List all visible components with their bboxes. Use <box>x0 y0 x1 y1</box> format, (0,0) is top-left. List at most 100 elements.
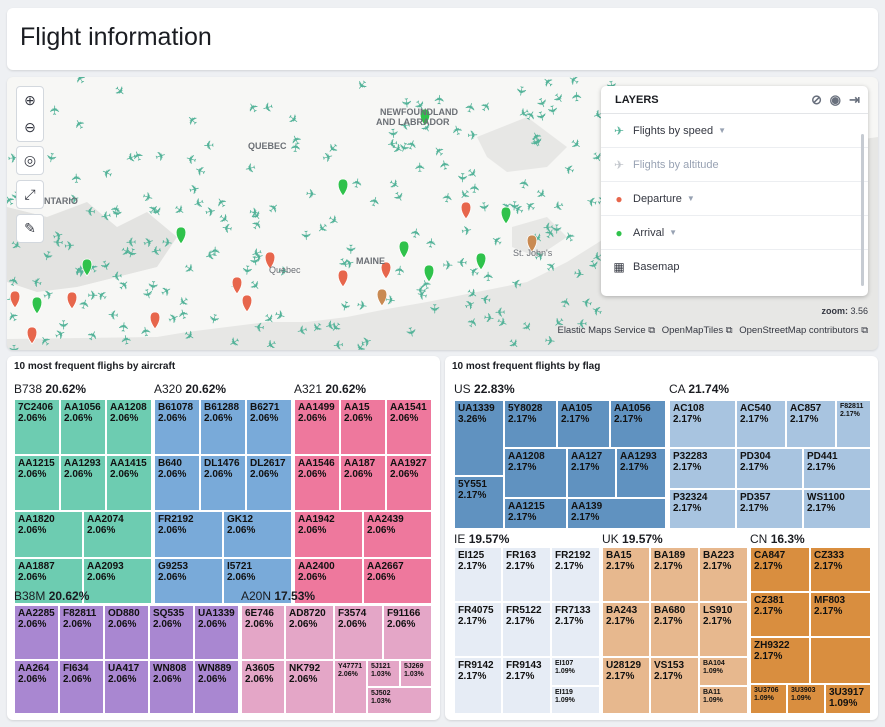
plane-marker[interactable]: ✈ <box>427 303 442 314</box>
treemap-cell[interactable]: EI119 1.09% <box>551 686 600 714</box>
treemap-cell[interactable]: AA1820 2.06% <box>14 511 83 558</box>
treemap-cell[interactable]: AC540 2.17% <box>736 400 786 448</box>
treemap-cell[interactable]: FR4075 2.17% <box>454 602 502 657</box>
treemap-cell[interactable]: AA1056 2.17% <box>610 400 666 448</box>
treemap-cell[interactable]: WS1100 2.17% <box>803 489 871 529</box>
plane-marker[interactable]: ✈ <box>84 203 97 219</box>
treemap-cell[interactable]: AA1927 2.06% <box>386 455 432 511</box>
treemap-cell[interactable]: FR2192 2.17% <box>551 547 600 602</box>
treemap-cell[interactable]: BA11 1.09% <box>699 686 748 714</box>
plane-marker[interactable]: ✈ <box>467 127 479 143</box>
plane-marker[interactable]: ✈ <box>557 295 575 310</box>
treemap-cell[interactable]: PD304 2.17% <box>736 448 803 489</box>
plane-marker[interactable]: ✈ <box>111 268 124 284</box>
treemap-cell[interactable]: P32324 2.17% <box>669 489 736 529</box>
treemap-cell[interactable]: UA1339 2.06% <box>194 605 239 660</box>
plane-marker[interactable]: ✈ <box>432 94 448 106</box>
treemap-cell[interactable]: PD357 2.17% <box>736 489 803 529</box>
treemap-cell[interactable]: CA847 2.17% <box>750 547 810 592</box>
plane-marker[interactable]: ✈ <box>203 137 215 153</box>
treemap-cell[interactable]: AA1208 2.06% <box>106 399 152 455</box>
treemap-cell[interactable]: AA1056 2.06% <box>60 399 106 455</box>
treemap-cell[interactable]: AD8720 2.06% <box>285 605 334 660</box>
treemap-cell[interactable]: AA2667 2.06% <box>363 558 432 604</box>
attribution-link[interactable]: OpenStreetMap contributors <box>739 325 858 336</box>
plane-marker[interactable]: ✈ <box>572 266 586 283</box>
treemap-cell[interactable]: 5Y8028 2.17% <box>504 400 557 448</box>
treemap-cell[interactable]: F82811 2.06% <box>59 605 104 660</box>
treemap-cell[interactable]: BA223 2.17% <box>699 547 748 602</box>
treemap-cell[interactable]: B640 2.06% <box>154 455 200 511</box>
plane-marker[interactable]: ✈ <box>47 104 62 115</box>
treemap-cell[interactable]: DL2617 2.06% <box>246 455 292 511</box>
plane-marker[interactable]: ✈ <box>479 291 493 308</box>
treemap-cell[interactable]: AC108 2.17% <box>669 400 736 448</box>
treemap-cell[interactable]: FI634 2.06% <box>59 660 104 714</box>
treemap-cell[interactable]: EI107 1.09% <box>551 657 600 686</box>
plane-marker[interactable]: ✈ <box>549 223 564 234</box>
treemap-cell[interactable]: B61078 2.06% <box>154 399 200 455</box>
plane-marker[interactable]: ✈ <box>456 254 468 270</box>
treemap-cell[interactable]: SQ535 2.06% <box>149 605 194 660</box>
treemap-cell[interactable]: ZH9322 2.17% <box>750 637 810 684</box>
layer-basemap[interactable]: ▦ Basemap <box>601 250 868 284</box>
layer-flights-by-altitude[interactable]: ✈ Flights by altitude <box>601 148 868 182</box>
treemap-cell[interactable]: CZ381 2.17% <box>750 592 810 637</box>
plane-marker[interactable]: ✈ <box>208 245 223 256</box>
treemap-cell[interactable]: FR163 2.17% <box>502 547 551 602</box>
treemap-cell[interactable]: 6E746 2.06% <box>241 605 285 660</box>
treemap-cell[interactable]: FR2192 2.06% <box>154 511 223 558</box>
layer-flights-by-speed[interactable]: ✈ Flights by speed ▼ <box>601 114 868 148</box>
treemap-cell[interactable]: FR7133 2.17% <box>551 602 600 657</box>
plane-marker[interactable]: ✈ <box>518 318 537 336</box>
treemap-cell[interactable]: WN808 2.06% <box>149 660 194 714</box>
locate-button[interactable]: ◎ <box>16 146 44 175</box>
treemap-cell[interactable]: AA1942 2.06% <box>294 511 363 558</box>
plane-marker[interactable]: ✈ <box>69 172 84 184</box>
plane-marker[interactable]: ✈ <box>569 91 585 103</box>
zoom-out-icon[interactable]: ⊖ <box>17 114 43 141</box>
treemap-cell[interactable]: FR5122 2.17% <box>502 602 551 657</box>
plane-marker[interactable]: ✈ <box>298 230 313 242</box>
treemap-cell[interactable]: FR9143 2.17% <box>502 657 551 714</box>
treemap-cell[interactable]: UA417 2.06% <box>104 660 149 714</box>
treemap-cell[interactable]: LS910 2.17% <box>699 602 748 657</box>
treemap-cell[interactable]: AA1215 2.17% <box>504 498 567 529</box>
treemap-cell[interactable]: 7C2406 2.06% <box>14 399 60 455</box>
plane-marker[interactable]: ✈ <box>442 258 454 273</box>
chevron-down-icon[interactable]: ▼ <box>718 126 726 135</box>
treemap-cell[interactable]: EI125 2.17% <box>454 547 502 602</box>
plane-marker[interactable]: ✈ <box>108 206 124 219</box>
treemap-cell[interactable]: FR9142 2.17% <box>454 657 502 714</box>
treemap-cell[interactable]: AA1215 2.06% <box>14 455 60 511</box>
collapse-panel-icon[interactable]: ⇥ <box>849 92 860 108</box>
treemap-cell[interactable]: B61288 2.06% <box>200 399 246 455</box>
treemap-cell[interactable]: PD441 2.17% <box>803 448 871 489</box>
treemap-cell[interactable]: F3574 2.06% <box>334 605 383 660</box>
treemap-cell[interactable]: 5J502 1.03% <box>367 687 432 714</box>
treemap-cell[interactable]: 5J121 1.03% <box>367 660 400 687</box>
treemap-cell[interactable]: 3U3706 1.09% <box>750 684 787 714</box>
plane-marker[interactable]: ✈ <box>63 238 76 254</box>
layer-arrival[interactable]: ● Arrival ▼ <box>601 216 868 250</box>
attribution-link[interactable]: OpenMapTiles <box>662 325 723 336</box>
chevron-down-icon[interactable]: ▼ <box>669 228 677 237</box>
treemap-cell[interactable]: AA2093 2.06% <box>83 558 152 604</box>
plane-marker[interactable]: ✈ <box>402 325 419 339</box>
treemap-cell[interactable]: AA1208 2.17% <box>504 448 567 498</box>
treemap-cell[interactable]: F91166 2.06% <box>383 605 432 660</box>
plane-marker[interactable]: ✈ <box>412 162 427 173</box>
treemap-cell[interactable]: BA680 2.17% <box>650 602 699 657</box>
plane-marker[interactable]: ✈ <box>482 310 495 327</box>
plane-marker[interactable]: ✈ <box>332 337 345 350</box>
map-panel[interactable]: ✈ ✈ ✈ ✈ ✈ ✈ ✈ ✈ ✈ ✈ ✈ ✈ ✈ ✈ ✈ ✈ ✈ ✈ ✈ ✈ ✈ ✈ ✈ ✈ ✈ ✈ ✈ ✈ ✈ ✈ ✈ ✈ ✈ ✈ ✈ ✈ ✈ ✈ ✈ ✈… <box>7 77 878 350</box>
zoom-in-icon[interactable]: ⊕ <box>17 87 43 114</box>
plane-marker[interactable]: ✈ <box>343 244 358 255</box>
plane-marker[interactable]: ✈ <box>392 264 408 277</box>
plane-marker[interactable]: ✈ <box>7 344 21 350</box>
treemap-cell[interactable]: UA1339 3.26% <box>454 400 504 476</box>
layer-departure[interactable]: ● Departure ▼ <box>601 182 868 216</box>
treemap-cell[interactable]: U28129 2.17% <box>602 657 650 714</box>
treemap-cell[interactable]: AA15 2.06% <box>340 399 386 455</box>
treemap-cell[interactable]: AA2285 2.06% <box>14 605 59 660</box>
